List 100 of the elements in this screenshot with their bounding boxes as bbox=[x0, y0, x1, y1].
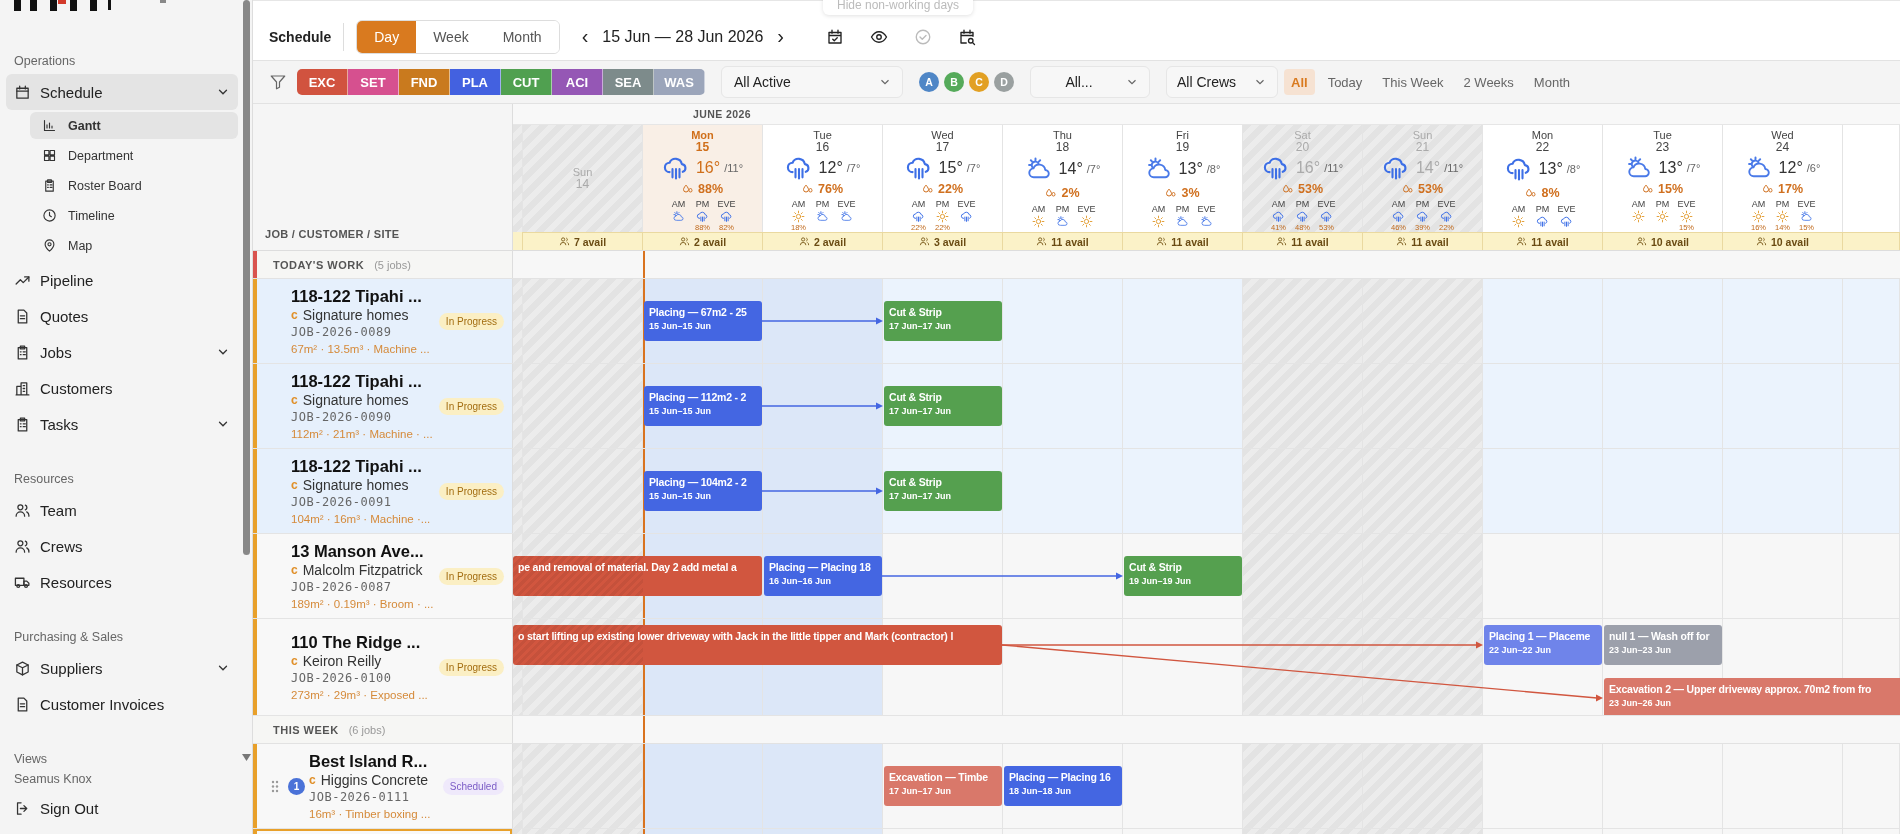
previous-button[interactable]: ‹ bbox=[577, 25, 593, 48]
availability-cell: 10 avail bbox=[1723, 232, 1843, 250]
task-bar[interactable]: Excavation — Timbe 17 Jun–17 Jun bbox=[884, 766, 1002, 806]
task-bar[interactable]: Cut & Strip 17 Jun–17 Jun bbox=[884, 386, 1002, 426]
low-temperature: /8° bbox=[1206, 163, 1221, 175]
task-bar[interactable]: Excavation 2 — Upper driveway approx. 70m2 from fro 23 Jun–26 Jun bbox=[1604, 678, 1900, 715]
sidebar-item[interactable]: Quotes bbox=[6, 298, 238, 334]
droplet-icon bbox=[1045, 186, 1058, 199]
sign-out-link[interactable]: Sign Out bbox=[6, 790, 238, 826]
sidebar-subitem[interactable]: Map bbox=[30, 232, 238, 259]
sidebar-subitem[interactable]: Gantt bbox=[30, 112, 238, 139]
scroll-down-icon[interactable] bbox=[242, 754, 251, 761]
sidebar-item[interactable]: Schedule bbox=[6, 74, 238, 110]
drag-handle-icon[interactable] bbox=[271, 779, 279, 793]
map-pin-icon bbox=[42, 238, 57, 253]
type-dropdown[interactable]: All... bbox=[1030, 66, 1150, 98]
task-bar[interactable]: o start lifting up existing lower driveway with Jack in the little tipper and Mark (contractor) l bbox=[513, 625, 1002, 665]
period-tab[interactable]: 2 Weeks bbox=[1456, 69, 1521, 95]
droplet-icon bbox=[682, 183, 694, 195]
next-button[interactable]: › bbox=[773, 25, 788, 48]
task-bar[interactable]: Placing — 112m2 - 2 15 Jun–15 Jun bbox=[644, 386, 762, 426]
sidebar-subitem[interactable]: Timeline bbox=[30, 202, 238, 229]
task-bar[interactable]: Placing 1 — Placeme 22 Jun–22 Jun bbox=[1484, 625, 1602, 665]
weekday-label: Mon bbox=[691, 129, 714, 141]
job-site-name: 118-122 Tipahi ... bbox=[291, 285, 423, 306]
user-name: Seamus Knox bbox=[13, 771, 93, 788]
category-chip[interactable]: CUT bbox=[501, 69, 552, 95]
category-chip[interactable]: FND bbox=[399, 69, 450, 95]
task-bar[interactable]: Cut & Strip 19 Jun–19 Jun bbox=[1124, 556, 1242, 596]
high-temperature: 16° bbox=[695, 159, 721, 177]
time-of-day-label: EVE bbox=[1557, 204, 1576, 215]
time-of-day-label: AM bbox=[911, 199, 926, 210]
sidebar-item[interactable]: Jobs bbox=[6, 334, 238, 370]
crew-dropdown[interactable]: All Crews bbox=[1166, 66, 1278, 98]
sidebar-subitem[interactable]: Department bbox=[30, 142, 238, 169]
rain-cloud-icon bbox=[1536, 215, 1549, 228]
category-chip[interactable]: SET bbox=[348, 69, 399, 95]
crew-toggle[interactable]: A bbox=[919, 72, 939, 92]
weekday-label: Tue bbox=[1653, 129, 1672, 141]
customer-name: Higgins Concrete bbox=[320, 770, 429, 789]
filter-icon[interactable] bbox=[269, 73, 287, 91]
task-bar[interactable]: Cut & Strip 17 Jun–17 Jun bbox=[884, 301, 1002, 341]
sidebar-item[interactable]: Team bbox=[6, 492, 238, 528]
job-details: 112m² · 21m³ · Machine · ... bbox=[291, 426, 434, 442]
task-bar[interactable]: Placing — 104m2 - 2 15 Jun–15 Jun bbox=[644, 471, 762, 511]
status-badge: In Progress bbox=[438, 312, 504, 330]
availability-cell bbox=[513, 232, 523, 250]
time-of-day-label: EVE bbox=[717, 199, 736, 210]
sun-icon bbox=[1080, 215, 1093, 228]
period-tab[interactable]: Month bbox=[1526, 69, 1577, 95]
sun-cloud-icon bbox=[816, 210, 829, 223]
droplet-icon bbox=[1402, 183, 1414, 195]
sidebar-item[interactable]: Crews bbox=[6, 528, 238, 564]
period-tab[interactable]: This Week bbox=[1375, 69, 1451, 95]
scrollbar[interactable] bbox=[243, 0, 250, 555]
time-of-day-label: EVE bbox=[1077, 204, 1096, 215]
high-temperature: 13° bbox=[1538, 160, 1563, 178]
task-bar[interactable]: pe and removal of material. Day 2 add metal a bbox=[513, 556, 762, 596]
view-tab[interactable]: Day bbox=[357, 20, 417, 53]
status-dropdown[interactable]: All Active bbox=[721, 66, 903, 98]
availability-cell: 11 avail bbox=[1483, 232, 1603, 250]
customer-name: Keiron Reilly bbox=[302, 651, 382, 670]
low-temperature: /8° bbox=[1566, 163, 1581, 175]
job-cell[interactable]: 118-122 Tipahi ... c Signature homes JOB-2026-0090 112m² · 21m³ · Machine · ... In Progress bbox=[253, 364, 513, 448]
time-of-day-label: AM bbox=[671, 199, 686, 210]
sidebar-item[interactable]: Tasks bbox=[6, 406, 238, 442]
time-of-day-label: AM bbox=[1031, 204, 1046, 215]
sidebar-item[interactable]: Customer Invoices bbox=[6, 686, 238, 722]
job-cell[interactable]: 1 Best Island R... c Higgins Concrete JOB-2026-0111 16m³ · Timber boxing ... Scheduled bbox=[253, 744, 513, 828]
day-number: 20 bbox=[1295, 141, 1310, 154]
job-cell[interactable]: 118-122 Tipahi ... c Signature homes JOB-2026-0089 67m² · 13.5m³ · Machine ... In Progress bbox=[253, 279, 513, 363]
category-chip[interactable]: PLA bbox=[450, 69, 501, 95]
crew-toggle[interactable]: B bbox=[944, 72, 964, 92]
weekday-label: Thu bbox=[1053, 129, 1072, 141]
time-of-day-label: EVE bbox=[957, 199, 976, 210]
sun-icon bbox=[1680, 210, 1693, 223]
day-number: 14 bbox=[575, 178, 590, 191]
sidebar-item[interactable]: Resources bbox=[6, 564, 238, 600]
time-of-day-label: PM bbox=[1175, 204, 1190, 215]
time-of-day-label: PM bbox=[695, 199, 710, 210]
job-details: 67m² · 13.5m³ · Machine ... bbox=[291, 341, 431, 357]
category-chip[interactable]: EXC bbox=[297, 69, 348, 95]
task-bar[interactable]: Placing — Placing 18 16 Jun–16 Jun bbox=[764, 556, 882, 596]
job-cell[interactable]: 13 Manson Ave... c Malcolm Fitzpatrick JOB-2026-0087 189m² · 0.19m³ · Broom · ... In Progress bbox=[253, 534, 513, 618]
period-tab[interactable]: Today bbox=[1320, 69, 1370, 95]
task-bar[interactable]: Placing — 67m2 - 25 15 Jun–15 Jun bbox=[644, 301, 762, 341]
task-bar[interactable]: Placing — Placing 16 18 Jun–18 Jun bbox=[1004, 766, 1122, 806]
sidebar-subitem[interactable]: Roster Board bbox=[30, 172, 238, 199]
job-cell[interactable]: 118-122 Tipahi ... c Signature homes JOB-2026-0091 104m² · 16m³ · Machine ·... In Progress bbox=[253, 449, 513, 533]
sidebar-item[interactable]: Pipeline bbox=[6, 262, 238, 298]
sidebar-item[interactable]: Customers bbox=[6, 370, 238, 406]
job-cell[interactable]: 110 The Ridge ... c Keiron Reilly JOB-2026-0100 273m² · 29m³ · Exposed ... In Progress bbox=[253, 619, 513, 715]
section-heading: Resources bbox=[13, 471, 75, 488]
sidebar-item[interactable]: Suppliers bbox=[6, 650, 238, 686]
customer-mark: c bbox=[291, 306, 298, 324]
task-bar[interactable]: Cut & Strip 17 Jun–17 Jun bbox=[884, 471, 1002, 511]
time-of-day-label: PM bbox=[1535, 204, 1550, 215]
category-chip[interactable]: ACI bbox=[552, 69, 603, 95]
category-chip[interactable]: SEA bbox=[603, 69, 654, 95]
job-details: 16m³ · Timber boxing ... bbox=[309, 806, 432, 822]
